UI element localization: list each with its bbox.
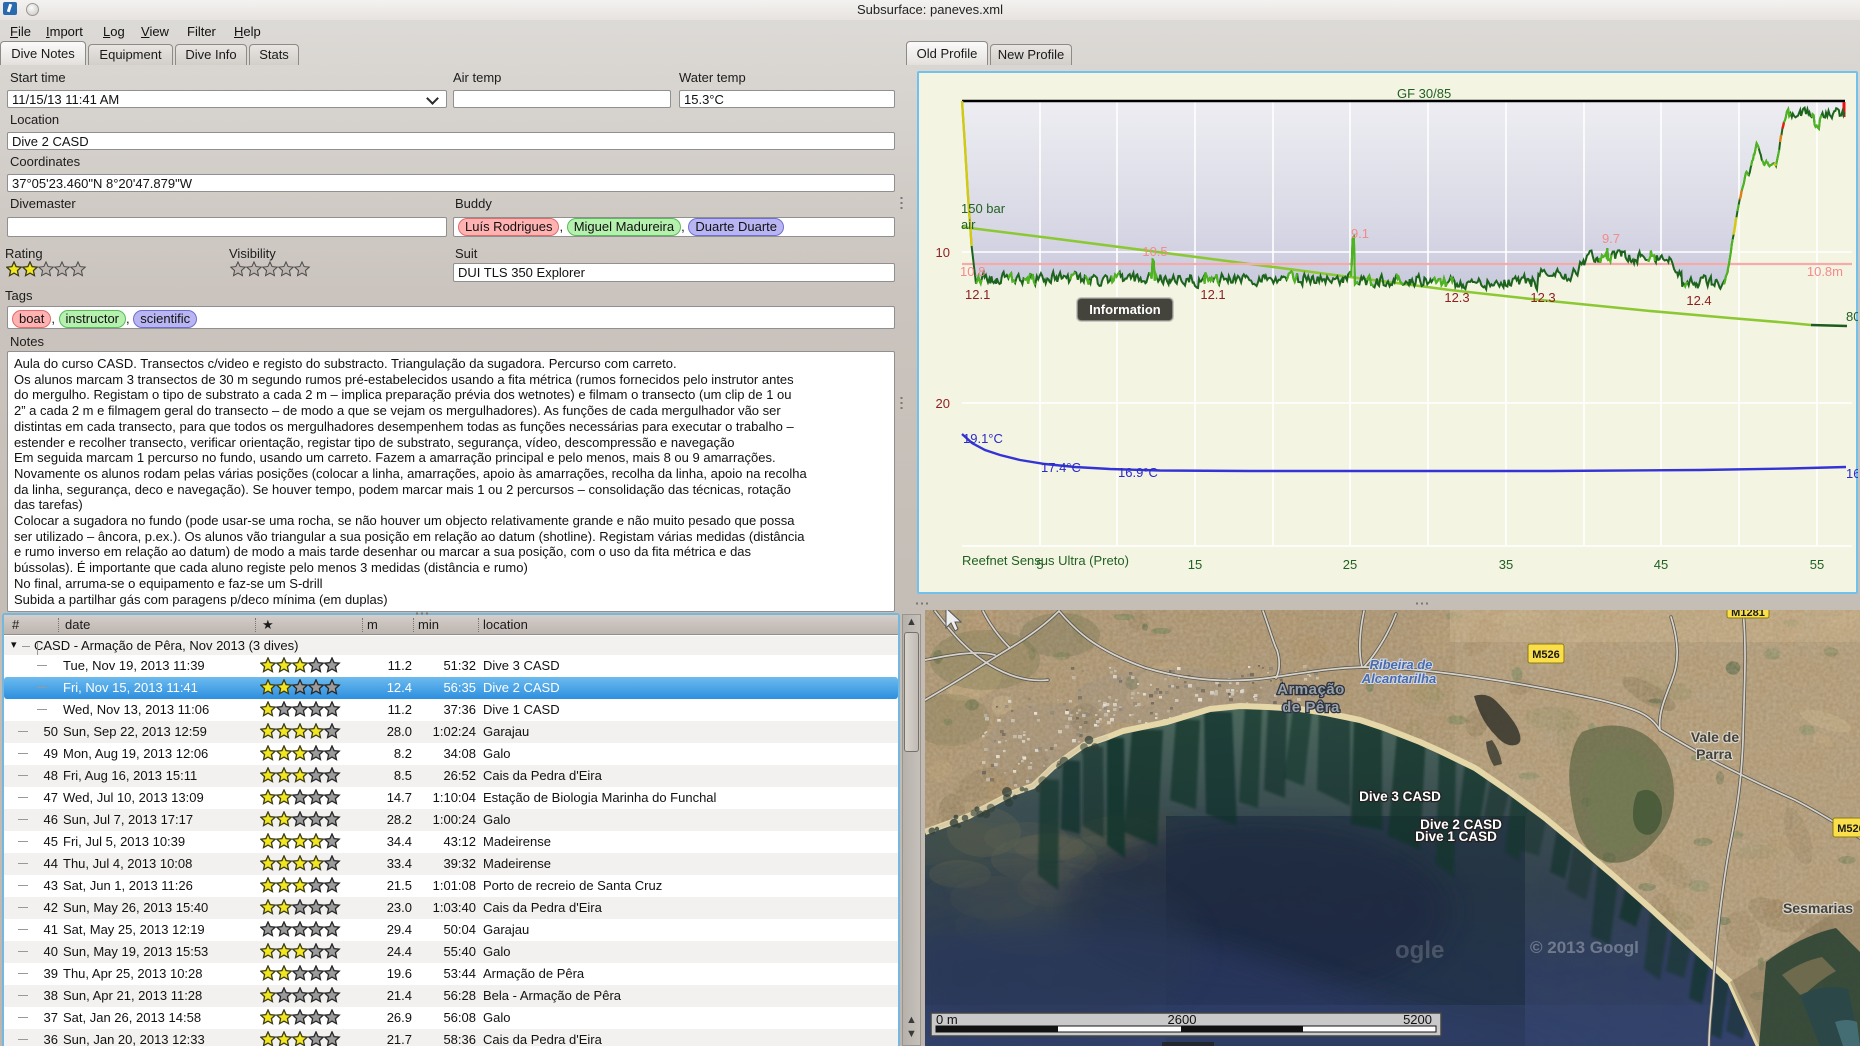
svg-text:9.7: 9.7 bbox=[1602, 231, 1620, 246]
svg-text:10.8m: 10.8m bbox=[1807, 264, 1843, 279]
svg-text:12.4: 12.4 bbox=[1686, 293, 1711, 308]
svg-text:GF 30/85: GF 30/85 bbox=[1397, 86, 1451, 101]
svg-text:9.1: 9.1 bbox=[1351, 226, 1369, 241]
svg-text:Dive 3 CASD: Dive 3 CASD bbox=[1359, 789, 1441, 804]
svg-text:20: 20 bbox=[936, 396, 950, 411]
svg-text:Parra: Parra bbox=[1696, 746, 1732, 762]
svg-text:55: 55 bbox=[1810, 557, 1824, 572]
svg-text:12.3: 12.3 bbox=[1530, 290, 1555, 305]
svg-text:150 bar: 150 bar bbox=[961, 201, 1006, 216]
svg-text:45: 45 bbox=[1654, 557, 1668, 572]
svg-text:12.1: 12.1 bbox=[965, 287, 990, 302]
svg-text:ogle: ogle bbox=[1395, 937, 1444, 964]
svg-text:de Pêra: de Pêra bbox=[1282, 699, 1340, 716]
svg-text:M526: M526 bbox=[1837, 823, 1860, 835]
svg-text:10: 10 bbox=[936, 245, 950, 260]
svg-text:air: air bbox=[961, 217, 976, 232]
svg-text:© 2013 Googl: © 2013 Googl bbox=[1530, 938, 1639, 957]
svg-text:19.1°C: 19.1°C bbox=[963, 431, 1003, 446]
svg-text:17.4°C: 17.4°C bbox=[1041, 460, 1081, 475]
svg-text:80: 80 bbox=[1846, 309, 1858, 324]
svg-text:Vale de: Vale de bbox=[1691, 729, 1739, 745]
svg-text:Sesmarias: Sesmarias bbox=[1783, 900, 1853, 916]
svg-text:12.3: 12.3 bbox=[1444, 290, 1469, 305]
svg-text:Armação: Armação bbox=[1277, 681, 1345, 698]
svg-text:10.5: 10.5 bbox=[1142, 244, 1167, 259]
svg-text:12.1: 12.1 bbox=[1200, 287, 1225, 302]
svg-text:16.: 16. bbox=[1846, 466, 1858, 481]
svg-text:0 m: 0 m bbox=[936, 1012, 958, 1027]
svg-text:Ribeira de: Ribeira de bbox=[1370, 657, 1433, 672]
svg-text:Alcantarilha: Alcantarilha bbox=[1361, 671, 1436, 686]
svg-text:M526: M526 bbox=[1532, 649, 1560, 661]
svg-text:Dive 1 CASD: Dive 1 CASD bbox=[1415, 829, 1497, 844]
svg-text:10.8: 10.8 bbox=[960, 264, 985, 279]
svg-text:M1281: M1281 bbox=[1731, 610, 1765, 619]
svg-text:15: 15 bbox=[1188, 557, 1202, 572]
svg-text:16.9°C: 16.9°C bbox=[1118, 465, 1158, 480]
svg-text:25: 25 bbox=[1343, 557, 1357, 572]
svg-text:2600: 2600 bbox=[1168, 1012, 1197, 1027]
svg-text:5200: 5200 bbox=[1403, 1012, 1432, 1027]
svg-text:35: 35 bbox=[1499, 557, 1513, 572]
svg-text:Reefnet Sensus Ultra (Preto): Reefnet Sensus Ultra (Preto) bbox=[962, 553, 1129, 568]
